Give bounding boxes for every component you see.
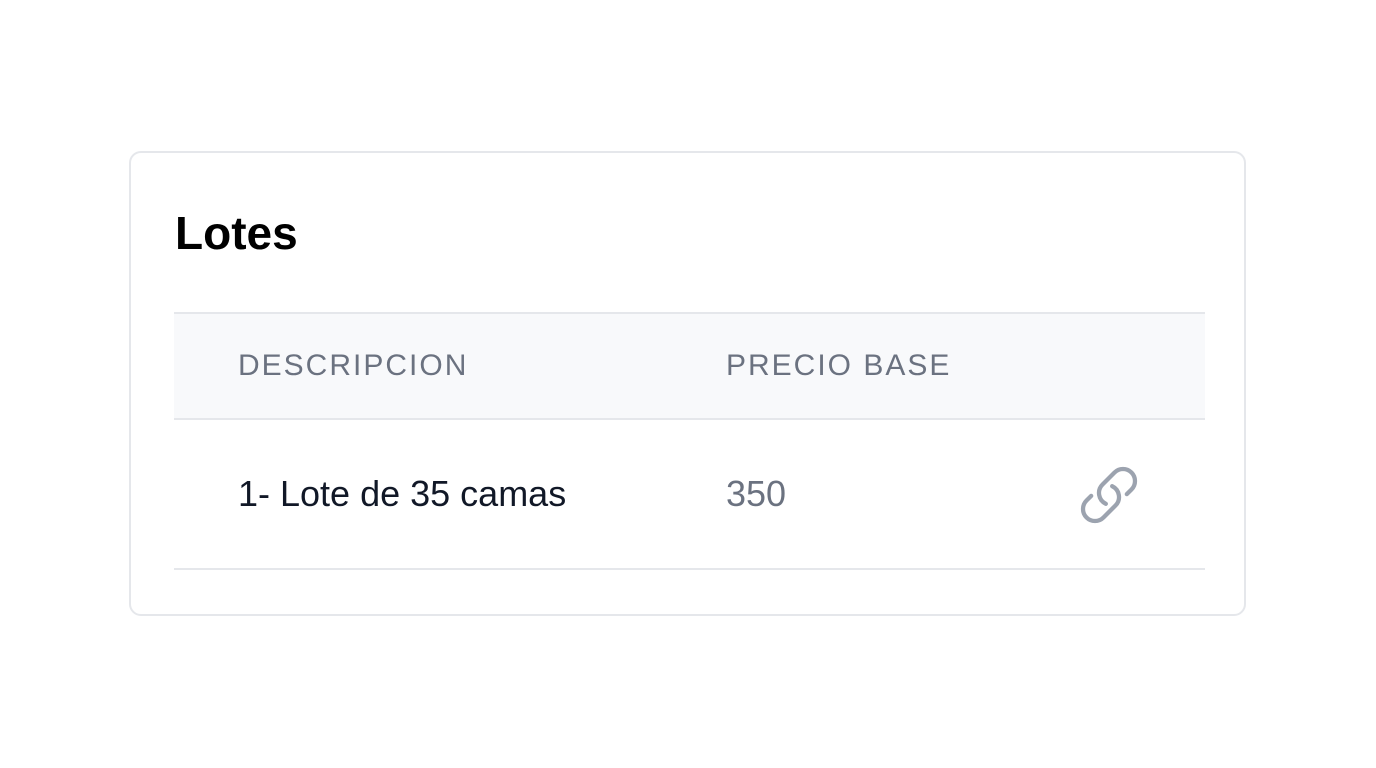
column-header-precio-base: PRECIO BASE <box>726 349 952 382</box>
link-button[interactable] <box>1074 460 1144 530</box>
table-row: 1- Lote de 35 camas 350 <box>174 420 1205 570</box>
cell-precio-base: 350 <box>726 473 787 514</box>
lotes-table: DESCRIPCION PRECIO BASE 1- Lote de 35 ca… <box>174 312 1205 570</box>
lotes-card: Lotes DESCRIPCION PRECIO BASE 1- Lote de… <box>129 151 1246 616</box>
cell-descripcion: 1- Lote de 35 camas <box>238 473 567 514</box>
column-header-descripcion: DESCRIPCION <box>238 349 469 382</box>
link-icon <box>1080 466 1138 524</box>
card-title: Lotes <box>175 207 298 259</box>
table-header: DESCRIPCION PRECIO BASE <box>174 312 1205 420</box>
